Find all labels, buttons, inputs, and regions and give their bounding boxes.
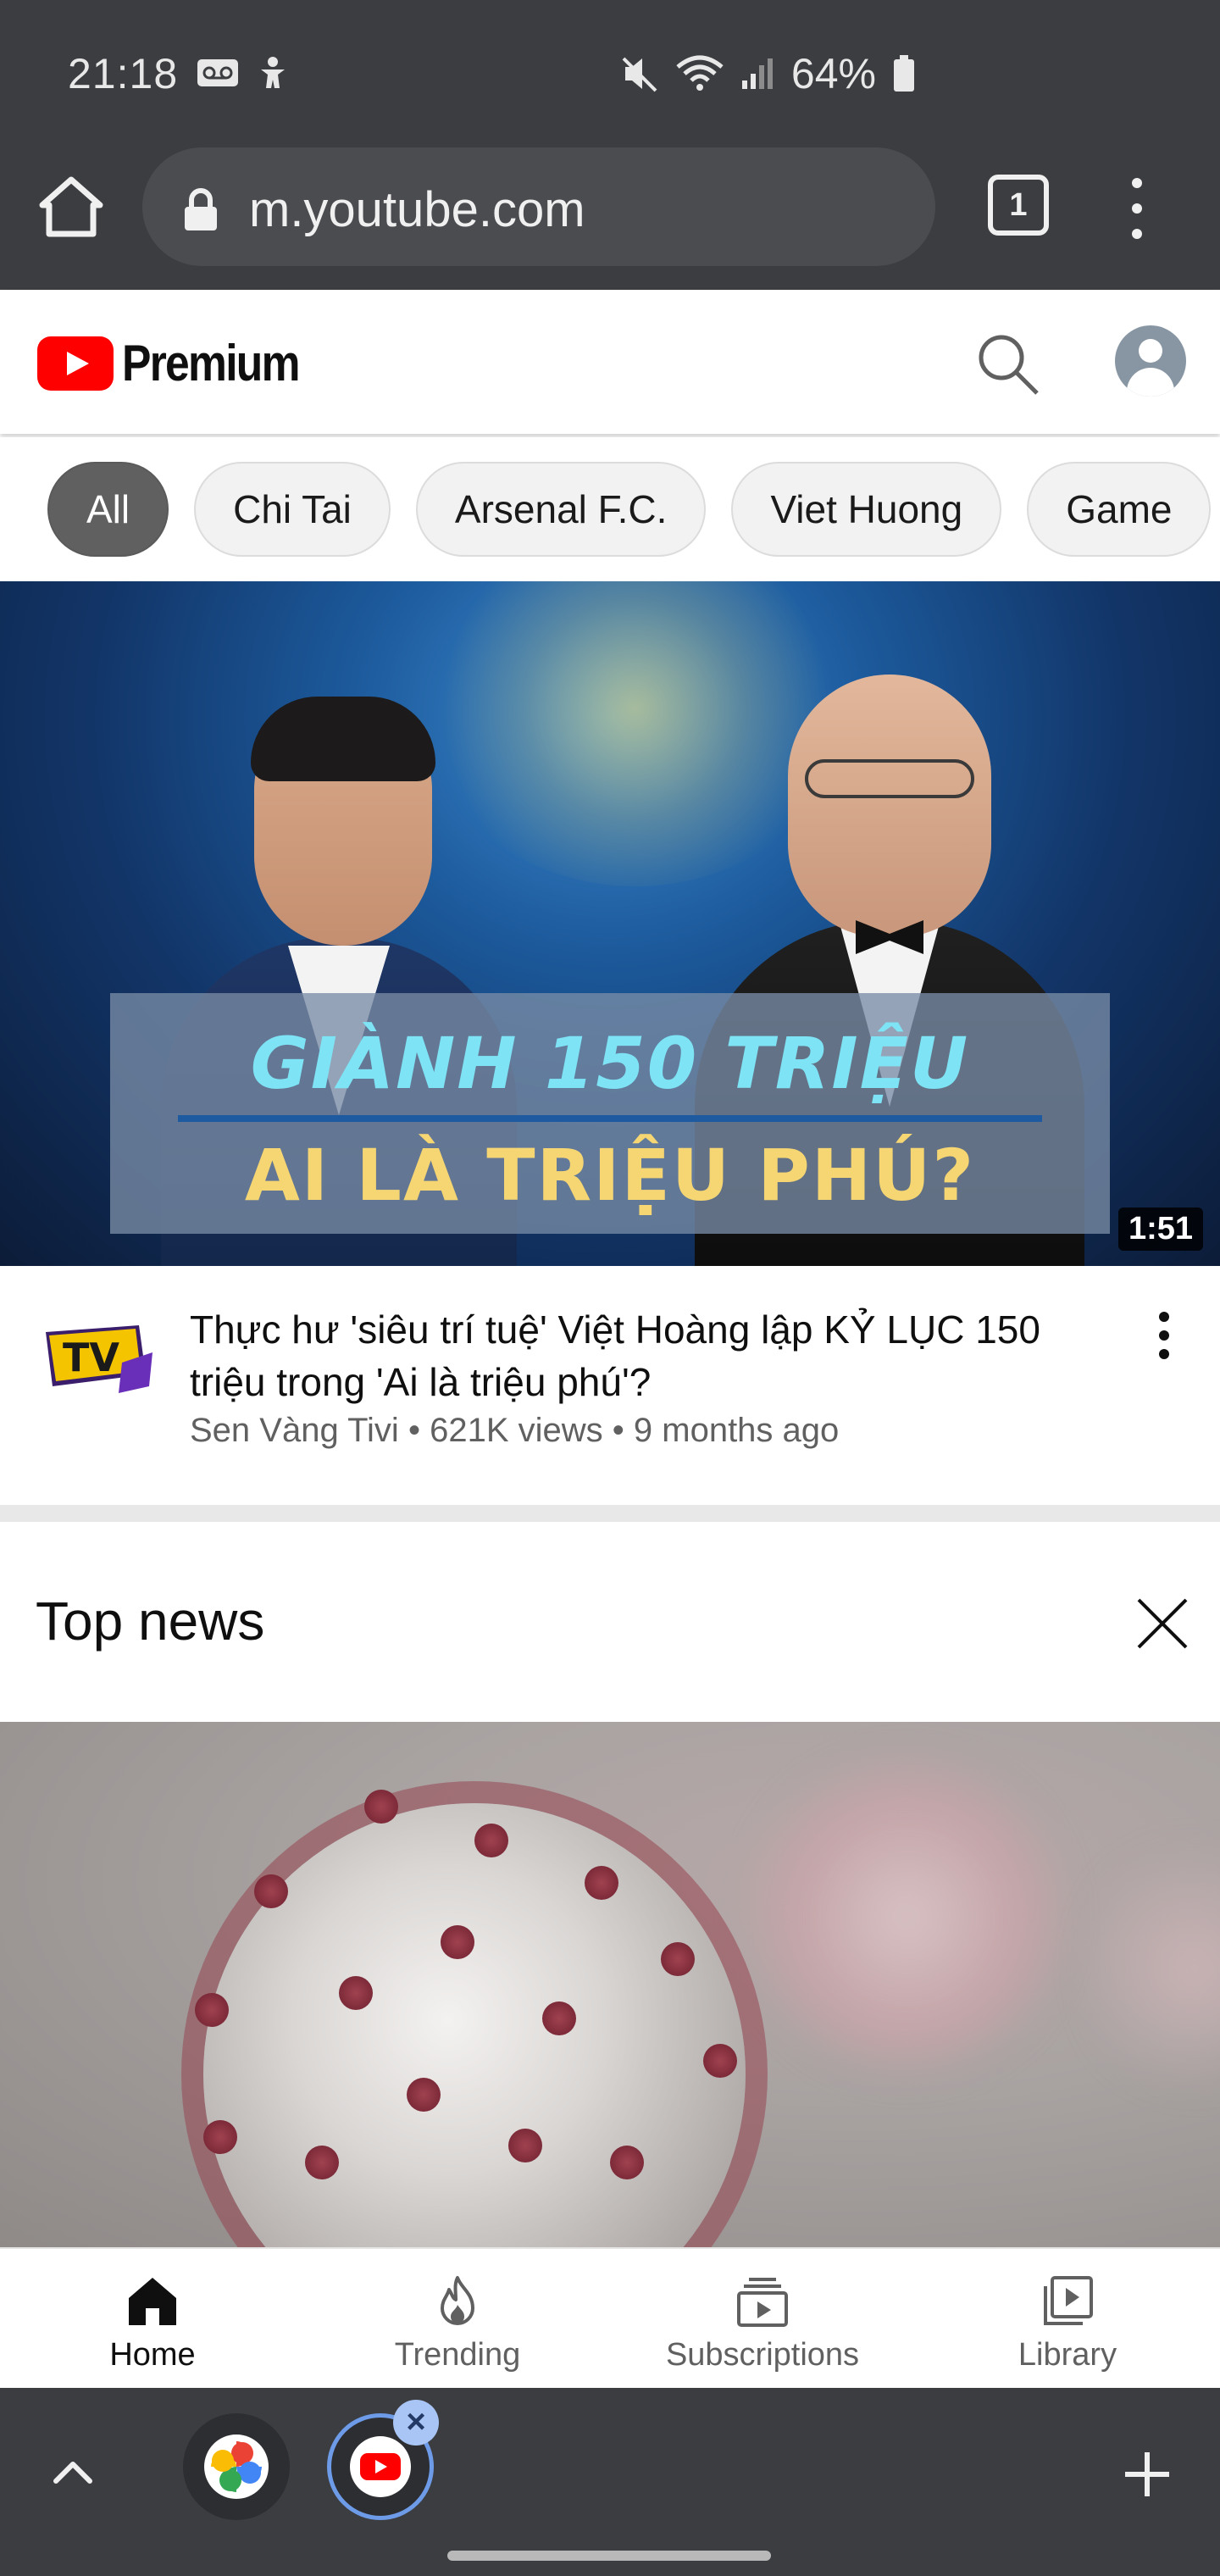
channel-avatar[interactable]: TV — [37, 1315, 156, 1400]
virus-spike — [508, 2129, 542, 2162]
nav-subscriptions[interactable]: Subscriptions — [610, 2249, 915, 2388]
separator-dot: • — [612, 1412, 634, 1449]
virus-spike — [441, 1925, 474, 1959]
status-time: 21:18 — [68, 50, 179, 97]
virus-spike — [254, 1874, 288, 1908]
video-details: TV Thực hư 'siêu trí tuệ' Việt Hoàng lập… — [0, 1266, 1220, 1505]
virus-spike — [195, 1993, 229, 2027]
close-icon[interactable] — [1135, 1596, 1190, 1651]
channel-logo-text: TV — [63, 1335, 119, 1380]
view-count: 621K views — [430, 1412, 603, 1449]
nav-label: Home — [109, 2337, 196, 2373]
channel-name[interactable]: Sen Vàng Tivi — [190, 1412, 399, 1449]
browser-toolbar: m.youtube.com 1 — [0, 144, 1220, 290]
pinwheel-icon — [204, 2434, 269, 2499]
gesture-home-indicator[interactable] — [447, 2551, 771, 2561]
virus-spike — [542, 2001, 576, 2035]
chevron-up-icon[interactable] — [47, 2447, 98, 2498]
chip-arsenal[interactable]: Arsenal F.C. — [415, 462, 707, 557]
chip-all[interactable]: All — [47, 462, 169, 557]
youtube-header: Premium — [0, 290, 1220, 434]
youtube-play-logo-icon — [37, 336, 114, 391]
nav-label: Subscriptions — [665, 2337, 860, 2373]
virus-blur-background — [1084, 1824, 1220, 2112]
virus-spike — [364, 1790, 398, 1824]
home-icon[interactable] — [39, 175, 103, 239]
battery-icon — [894, 55, 914, 92]
google-photos-app-icon[interactable] — [183, 2413, 290, 2520]
top-news-title: Top news — [36, 1591, 265, 1652]
status-bar: 21:18 64% — [0, 0, 1220, 144]
virus-spike — [610, 2146, 644, 2179]
virus-blur-background — [746, 1756, 1068, 2078]
nav-trending[interactable]: Trending — [305, 2249, 610, 2388]
virus-spike — [339, 1976, 373, 2010]
virus-particle — [203, 1803, 746, 2247]
nav-library[interactable]: Library — [915, 2249, 1220, 2388]
url-bar[interactable]: m.youtube.com — [142, 147, 935, 266]
status-right-icons: 64% — [620, 49, 915, 98]
subscriptions-icon — [737, 2278, 788, 2327]
chip-chi-tai[interactable]: Chi Tai — [194, 462, 391, 557]
virus-spike — [703, 2044, 737, 2078]
account-avatar[interactable] — [1115, 325, 1186, 397]
battery-percent: 64% — [790, 50, 876, 97]
nav-label: Library — [1018, 2337, 1117, 2373]
virus-spike — [661, 1942, 695, 1976]
youtube-premium-logo[interactable]: Premium — [37, 334, 328, 392]
more-vert-icon[interactable] — [1120, 175, 1154, 242]
host-right-head — [788, 675, 991, 937]
url-text[interactable]: m.youtube.com — [249, 181, 585, 238]
library-icon — [1044, 2276, 1093, 2325]
thumbnail-caption-divider — [178, 1115, 1042, 1122]
trending-flame-icon — [441, 2276, 474, 2325]
virus-spike — [203, 2120, 237, 2154]
thumbnail-caption-panel: GIÀNH 150 TRIỆU AI LÀ TRIỆU PHÚ? — [110, 993, 1110, 1234]
tab-switcher-button[interactable]: 1 — [988, 175, 1049, 236]
signal-icon — [741, 58, 773, 89]
virus-spike — [585, 1866, 618, 1900]
page: 21:18 64% m.youtube.com 1 Premium All Ch… — [0, 0, 1220, 2576]
system-dock: × — [0, 2388, 1220, 2576]
thumbnail-background-glow — [424, 581, 847, 886]
video-more-icon[interactable] — [1154, 1308, 1174, 1376]
add-icon[interactable] — [1120, 2447, 1174, 2501]
accessibility-icon — [261, 57, 285, 88]
bottom-navigation: Home Trending Subscriptions Library — [0, 2247, 1220, 2388]
video-duration: 1:51 — [1117, 1208, 1203, 1251]
chip-game[interactable]: Game — [1027, 462, 1212, 557]
video-title[interactable]: Thực hư 'siêu trí tuệ' Việt Hoàng lập KỶ… — [190, 1303, 1105, 1408]
top-news-header: Top news — [0, 1522, 1220, 1722]
search-icon[interactable] — [974, 330, 1042, 398]
thumbnail-caption-line1: GIÀNH 150 TRIỆU — [250, 1022, 970, 1105]
chip-viet-huong[interactable]: Viet Huong — [731, 462, 1002, 557]
virus-spike — [407, 2078, 441, 2112]
thumbnail-caption-line2: AI LÀ TRIỆU PHÚ? — [244, 1134, 976, 1217]
host-right-glasses — [805, 759, 974, 798]
home-icon — [129, 2278, 176, 2325]
nav-home[interactable]: Home — [0, 2249, 305, 2388]
virus-spike — [474, 1824, 508, 1857]
logo-text: Premium — [122, 335, 300, 391]
filter-chips: All Chi Tai Arsenal F.C. Viet Huong Game — [0, 437, 1220, 581]
lock-icon — [185, 188, 217, 230]
status-left-icons — [197, 56, 288, 90]
section-divider — [0, 1505, 1220, 1522]
host-left-hair — [251, 697, 435, 781]
video-thumbnail[interactable]: GIÀNH 150 TRIỆU AI LÀ TRIỆU PHÚ? 1:51 — [0, 581, 1220, 1266]
mute-icon — [622, 57, 657, 92]
video-subtitle: Sen Vàng Tivi • 621K views • 9 months ag… — [190, 1412, 839, 1450]
upload-age: 9 months ago — [633, 1412, 840, 1449]
close-bubble-icon[interactable]: × — [393, 2400, 439, 2446]
nav-label: Trending — [394, 2337, 521, 2373]
wifi-icon — [676, 55, 724, 91]
virus-spike — [305, 2146, 339, 2179]
news-video-thumbnail[interactable] — [0, 1722, 1220, 2247]
separator-dot: • — [408, 1412, 430, 1449]
voicemail-icon — [197, 59, 238, 86]
